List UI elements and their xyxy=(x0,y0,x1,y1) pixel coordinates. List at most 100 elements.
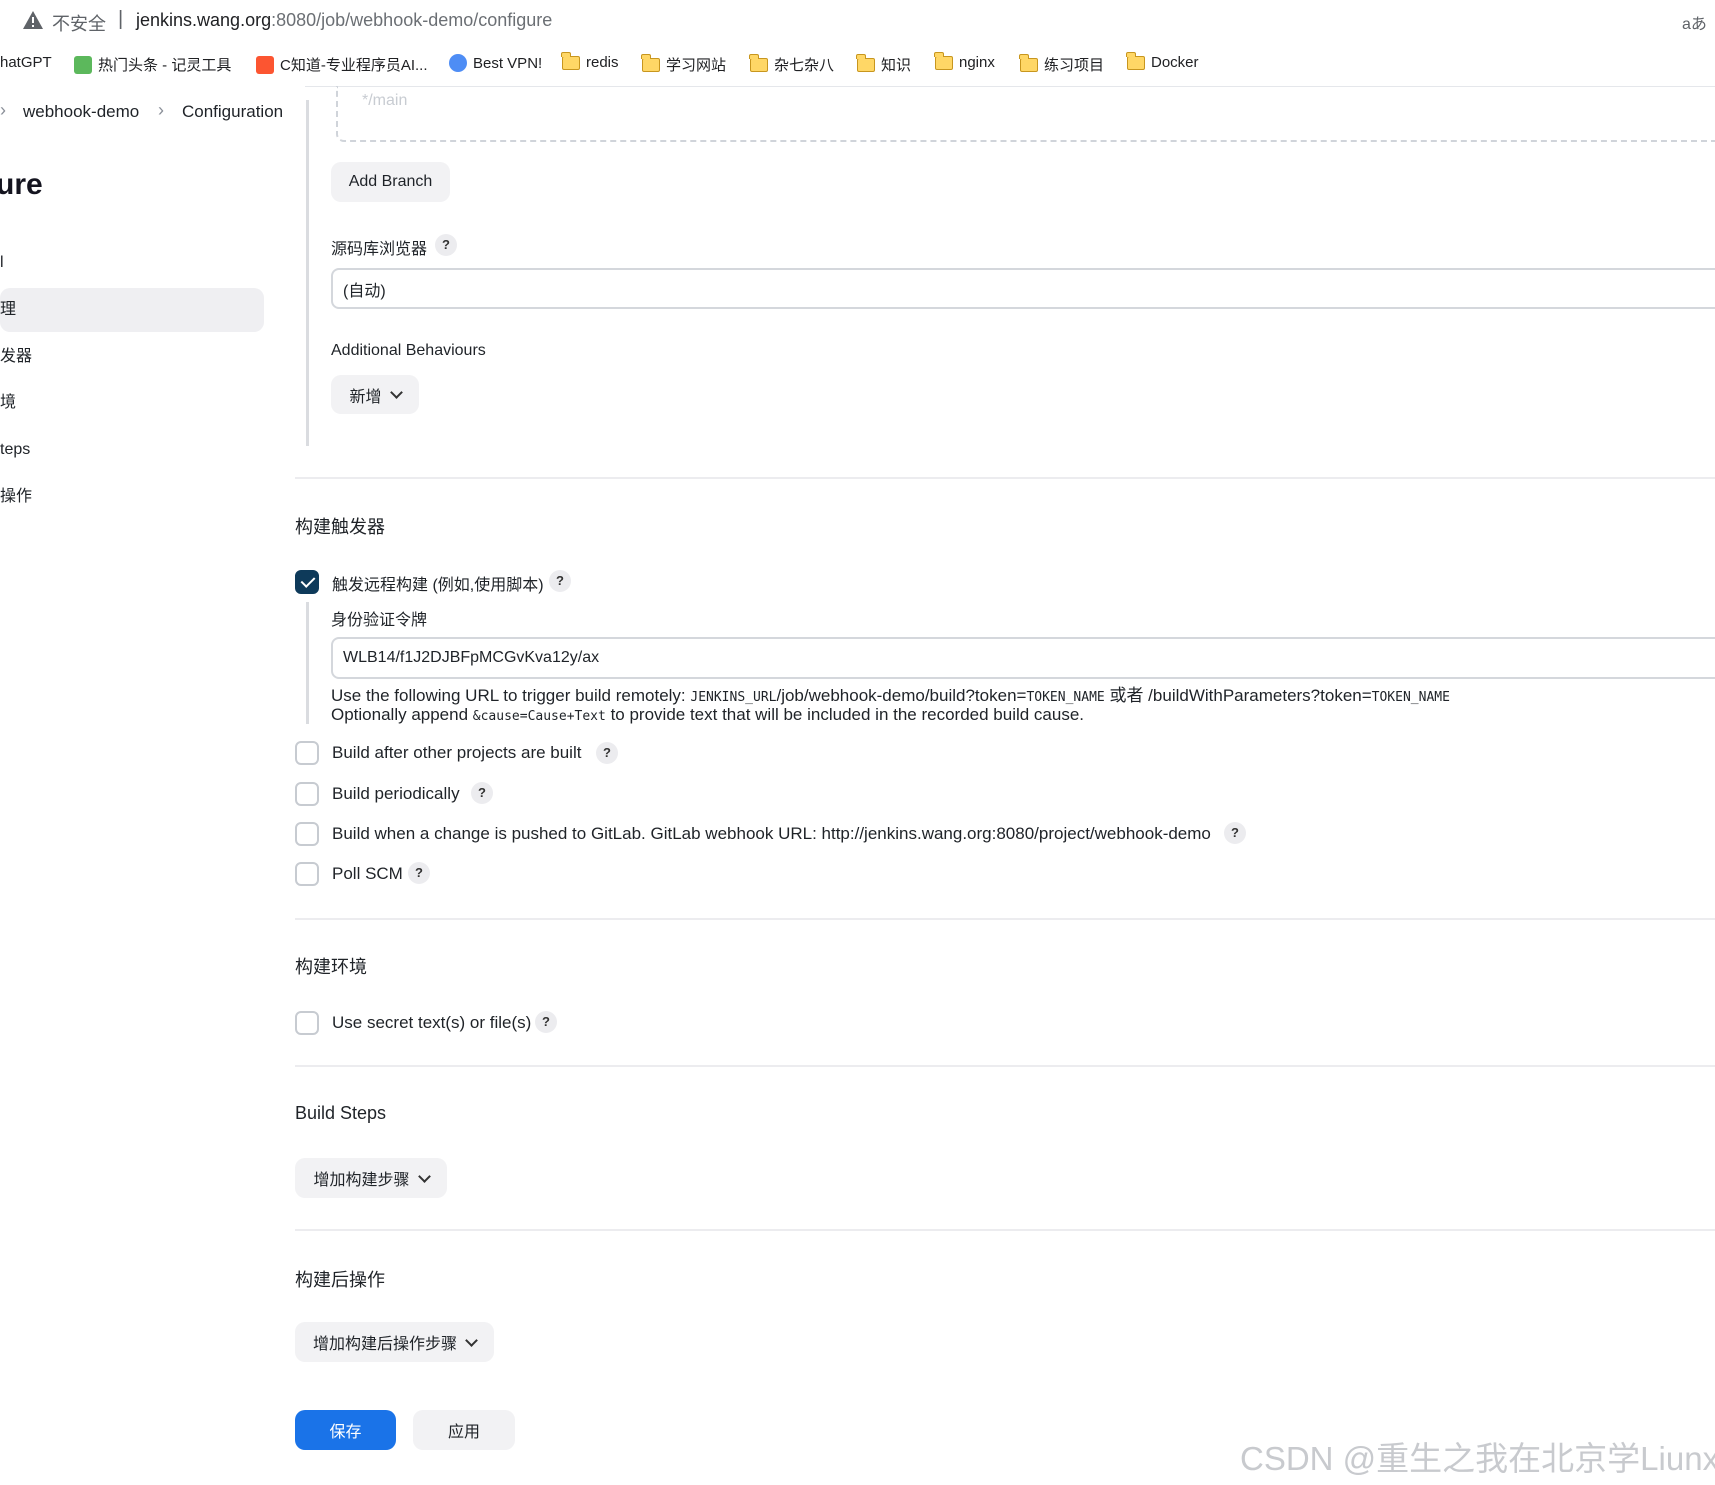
bookmark-label: Docker xyxy=(1151,54,1199,71)
folder-icon xyxy=(856,53,875,72)
url-text[interactable]: jenkins.wang.org:8080/job/webhook-demo/c… xyxy=(136,10,552,31)
section-title-triggers: 构建触发器 xyxy=(295,517,385,537)
section-indent-line xyxy=(306,602,309,724)
breadcrumb-page[interactable]: Configuration xyxy=(182,102,283,122)
app-icon xyxy=(74,55,92,74)
bookmarks-bar: hatGPT 热门头条 - 记灵工具 C知道-专业程序员AI... Best V… xyxy=(0,44,1715,87)
bookmark-label: C知道-专业程序员AI... xyxy=(280,57,428,74)
code-text: TOKEN_NAME xyxy=(1026,690,1105,705)
bookmark-csdn[interactable]: C知道-专业程序员AI... xyxy=(256,54,428,75)
remote-trigger-checkbox[interactable] xyxy=(295,570,319,594)
section-divider xyxy=(295,477,1715,479)
remote-trigger-label[interactable]: 触发远程构建 (例如,使用脚本) xyxy=(332,571,544,595)
bookmark-learning[interactable]: 学习网站 xyxy=(641,53,727,75)
chevron-down-icon xyxy=(417,1169,431,1183)
bookmark-misc[interactable]: 杂七杂八 xyxy=(749,53,835,75)
sidebar-item-label: l xyxy=(0,254,4,271)
sidebar-item-post-build[interactable]: 操作 xyxy=(0,475,264,519)
bookmark-nginx[interactable]: nginx xyxy=(934,51,995,71)
bookmark-redis[interactable]: redis xyxy=(561,51,619,71)
translate-icon[interactable]: aあ xyxy=(1682,10,1707,34)
branch-specifier-ghost: */main xyxy=(362,92,408,109)
add-behaviour-button[interactable]: 新增 xyxy=(331,375,419,414)
code-text: JENKINS_URL xyxy=(690,690,777,705)
csdn-icon xyxy=(256,55,274,74)
branch-repeatable xyxy=(336,86,1715,142)
sidebar-item-scm[interactable]: 理 xyxy=(0,288,264,332)
warning-icon[interactable] xyxy=(22,10,44,30)
sidebar-item-label: 发器 xyxy=(0,348,33,365)
help-icon[interactable]: ? xyxy=(408,862,430,884)
url-separator: | xyxy=(118,8,124,30)
button-label: 保存 xyxy=(329,1424,362,1441)
code-text: TOKEN_NAME xyxy=(1371,690,1450,705)
insecure-label[interactable]: 不安全 xyxy=(52,10,106,36)
folder-icon xyxy=(1019,53,1038,72)
bookmark-toutiao[interactable]: 热门头条 - 记灵工具 xyxy=(74,54,231,75)
section-divider xyxy=(295,918,1715,920)
code-text: &cause=Cause+Text xyxy=(472,709,606,724)
help-text: Use the following URL to trigger build r… xyxy=(331,686,691,705)
help-icon[interactable]: ? xyxy=(535,1011,557,1033)
bookmark-vpn[interactable]: Best VPN! xyxy=(449,54,542,72)
help-icon[interactable]: ? xyxy=(1224,822,1246,844)
bookmark-docker[interactable]: Docker xyxy=(1126,51,1199,71)
build-after-label[interactable]: Build after other projects are built xyxy=(332,743,581,763)
repo-browser-select[interactable]: (自动) xyxy=(331,268,1715,309)
section-title-post-build: 构建后操作 xyxy=(295,1270,385,1290)
bookmark-label: 热门头条 - 记灵工具 xyxy=(98,57,232,74)
sidebar-item-label: 境 xyxy=(0,394,17,411)
bookmark-practice[interactable]: 练习项目 xyxy=(1019,53,1104,75)
save-button[interactable]: 保存 xyxy=(295,1410,396,1450)
vpn-icon xyxy=(449,54,467,72)
chevron-down-icon xyxy=(465,1333,478,1347)
add-branch-button[interactable]: Add Branch xyxy=(331,162,450,202)
section-indent-line xyxy=(306,100,309,446)
sidebar-item-label: 理 xyxy=(0,301,17,318)
poll-scm-checkbox[interactable] xyxy=(295,862,319,886)
bookmark-label: 杂七杂八 xyxy=(774,57,835,74)
secret-text-label[interactable]: Use secret text(s) or file(s) xyxy=(332,1013,531,1033)
bookmark-label: 知识 xyxy=(881,57,912,74)
bookmark-label: nginx xyxy=(959,54,995,71)
gitlab-push-label[interactable]: Build when a change is pushed to GitLab.… xyxy=(332,824,1211,844)
build-periodically-label[interactable]: Build periodically xyxy=(332,784,460,804)
help-icon[interactable]: ? xyxy=(471,782,493,804)
trigger-url-help: Use the following URL to trigger build r… xyxy=(331,681,1450,706)
folder-icon xyxy=(1126,51,1145,70)
add-post-build-button[interactable]: 增加构建后操作步骤 xyxy=(295,1322,494,1362)
button-label: 增加构建后操作步骤 xyxy=(312,1336,457,1353)
auth-token-input[interactable]: WLB14/f1J2DJBFpMCGvKva12y/ax xyxy=(331,637,1715,679)
sidebar-item-triggers[interactable]: 发器 xyxy=(0,335,264,379)
bookmark-label: Best VPN! xyxy=(473,54,543,72)
url-host: jenkins.wang.org xyxy=(136,10,272,30)
additional-behaviours-label: Additional Behaviours xyxy=(331,342,486,359)
folder-icon xyxy=(934,51,953,70)
build-after-checkbox[interactable] xyxy=(295,741,319,765)
button-label: Add Branch xyxy=(348,173,433,190)
sidebar-item-environment[interactable]: 境 xyxy=(0,381,264,425)
help-text: /job/webhook-demo/build?token= xyxy=(776,686,1027,705)
apply-button[interactable]: 应用 xyxy=(413,1410,515,1450)
secret-text-checkbox[interactable] xyxy=(295,1011,319,1035)
add-build-step-button[interactable]: 增加构建步骤 xyxy=(295,1158,447,1198)
build-periodically-checkbox[interactable] xyxy=(295,782,319,806)
repo-browser-label: 源码库浏览器 xyxy=(331,241,428,258)
bookmark-knowledge[interactable]: 知识 xyxy=(856,53,912,75)
help-icon[interactable]: ? xyxy=(435,234,457,256)
sidebar-item-general[interactable]: l xyxy=(0,241,264,285)
gitlab-push-checkbox[interactable] xyxy=(295,822,319,846)
help-icon[interactable]: ? xyxy=(549,570,571,592)
help-icon[interactable]: ? xyxy=(596,742,618,764)
poll-scm-label[interactable]: Poll SCM xyxy=(332,864,403,884)
bookmark-label: 学习网站 xyxy=(666,57,727,74)
button-label: 应用 xyxy=(447,1424,480,1441)
folder-icon xyxy=(749,53,768,72)
bookmark-label: redis xyxy=(586,54,619,71)
bookmark-chatgpt[interactable]: hatGPT xyxy=(0,54,52,71)
bookmark-label: hatGPT xyxy=(0,54,52,71)
input-value: WLB14/f1J2DJBFpMCGvKva12y/ax xyxy=(343,649,600,666)
breadcrumb-job[interactable]: webhook-demo xyxy=(23,102,139,122)
auth-token-label: 身份验证令牌 xyxy=(331,612,428,629)
sidebar-item-build-steps[interactable]: teps xyxy=(0,428,264,472)
